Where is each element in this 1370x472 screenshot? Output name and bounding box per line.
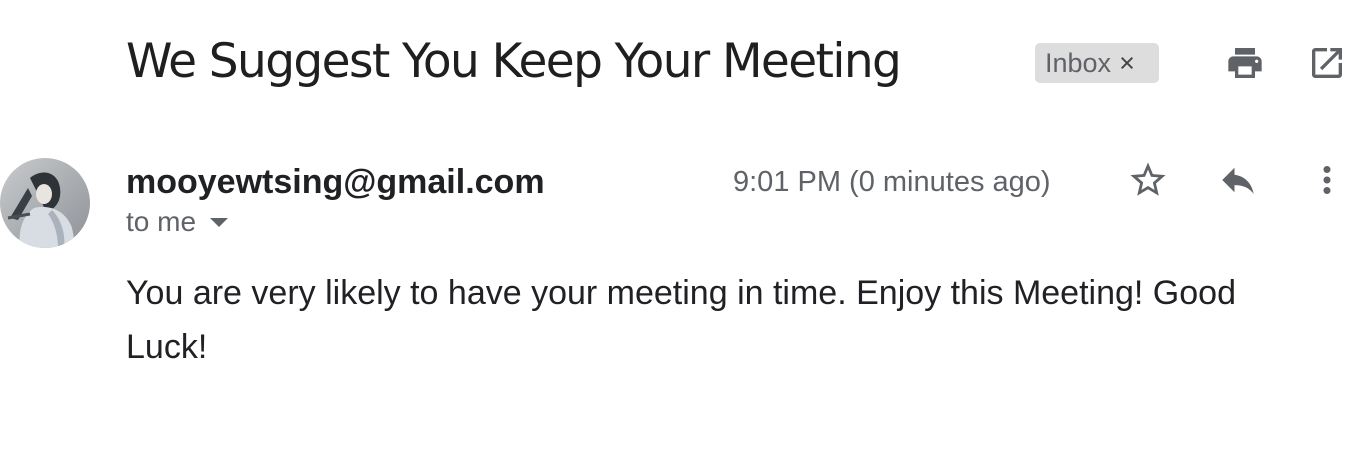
label-text: Inbox	[1045, 47, 1112, 78]
email-subject: We Suggest You Keep Your Meeting	[126, 34, 902, 89]
sender-avatar[interactable]	[0, 158, 90, 248]
avatar-image	[0, 158, 90, 248]
more-options-button[interactable]	[1305, 158, 1349, 202]
remove-label-button[interactable]: ×	[1119, 48, 1135, 79]
print-icon	[1228, 48, 1262, 78]
recipient-text: to me	[126, 206, 197, 237]
email-body: You are very likely to have your meeting…	[126, 274, 1236, 366]
inbox-label-chip[interactable]: Inbox ×	[1035, 43, 1159, 83]
print-button[interactable]	[1224, 42, 1266, 84]
reply-button[interactable]	[1216, 158, 1260, 202]
recipient-details-toggle[interactable]: to me	[126, 206, 229, 238]
open-in-new-window-button[interactable]	[1306, 42, 1348, 84]
star-button[interactable]	[1126, 158, 1170, 202]
reply-icon	[1222, 167, 1254, 194]
chevron-down-icon	[210, 217, 229, 227]
open-in-new-window-icon	[1312, 48, 1342, 78]
more-vertical-icon	[1323, 166, 1331, 194]
star-outline-icon	[1130, 162, 1166, 196]
sender-email: mooyewtsing@gmail.com	[126, 163, 545, 201]
email-timestamp: 9:01 PM (0 minutes ago)	[733, 166, 1051, 198]
